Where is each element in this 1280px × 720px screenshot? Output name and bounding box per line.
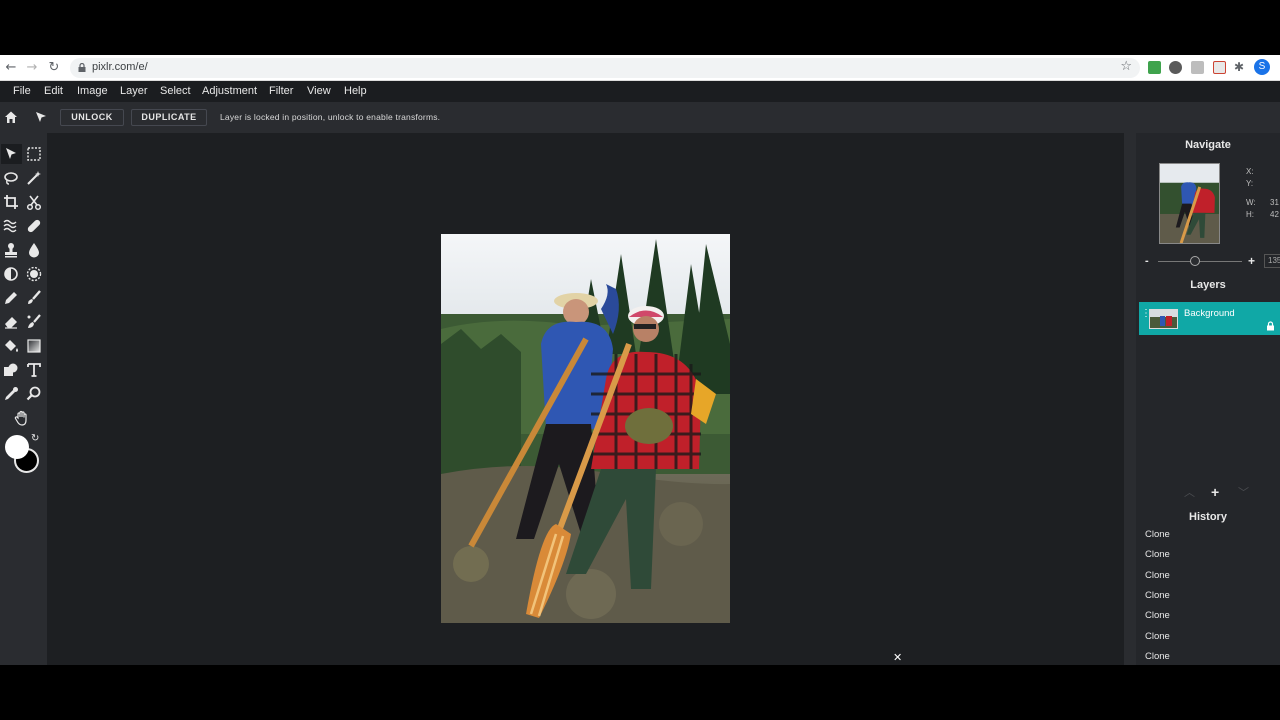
reload-icon[interactable]: ↻ [46, 60, 62, 76]
h-label: H: [1246, 210, 1254, 219]
layer-row-background[interactable]: ⋮ Background [1139, 302, 1280, 335]
history-item[interactable]: Clone [1145, 590, 1170, 601]
pencil-icon[interactable] [2, 289, 20, 307]
zoom-slider-track[interactable] [1158, 261, 1242, 262]
browser-toolbar: ← → ↻ pixlr.com/e/ ☆ ✱ S [0, 55, 1280, 81]
pixlr-editor: File Edit Image Layer Select Adjustment … [0, 81, 1280, 665]
gradient-icon[interactable] [25, 337, 43, 355]
heal-bandage-icon[interactable] [25, 217, 43, 235]
text-tool-icon[interactable] [25, 361, 43, 379]
zoom-magnifier-icon[interactable] [25, 385, 43, 403]
close-icon[interactable]: ✕ [893, 651, 902, 664]
marquee-select-icon[interactable] [25, 145, 43, 163]
puzzle-extensions-icon[interactable]: ✱ [1234, 61, 1247, 74]
extension-gray-icon[interactable] [1191, 61, 1204, 74]
duplicate-button[interactable]: DUPLICATE [131, 109, 207, 126]
add-layer-icon[interactable]: + [1211, 484, 1219, 500]
extension-badge-icon[interactable] [1213, 61, 1226, 74]
history-title: History [1189, 511, 1227, 523]
move-layer-down-icon[interactable]: ﹀ [1238, 484, 1249, 500]
lasso-icon[interactable] [2, 169, 20, 187]
history-item[interactable]: Clone [1145, 610, 1170, 621]
profile-avatar[interactable]: S [1254, 59, 1270, 75]
shape-icon[interactable] [2, 361, 20, 379]
home-icon[interactable] [4, 110, 18, 124]
menu-select[interactable]: Select [160, 85, 191, 97]
zoom-slider-handle[interactable] [1190, 256, 1200, 266]
url-text: pixlr.com/e/ [92, 61, 148, 73]
canvas-image[interactable] [441, 234, 730, 623]
navigate-title: Navigate [1185, 139, 1231, 151]
arrange-pointer-icon[interactable] [34, 110, 48, 124]
blur-drop-icon[interactable] [25, 241, 43, 259]
magic-wand-icon[interactable] [25, 169, 43, 187]
right-panel: Navigate X: Y: W: 31 H: 42 - + 13 Layers… [1124, 133, 1280, 665]
history-item[interactable]: Clone [1145, 549, 1170, 560]
eraser-icon[interactable] [2, 313, 20, 331]
replace-color-brush-icon[interactable] [25, 313, 43, 331]
swap-colors-icon[interactable]: ↻ [31, 433, 39, 444]
screen: ← → ↻ pixlr.com/e/ ☆ ✱ S File Edit Image… [0, 0, 1280, 720]
hand-pan-icon[interactable] [13, 409, 31, 427]
forward-icon[interactable]: → [24, 60, 40, 76]
address-bar[interactable]: pixlr.com/e/ ☆ [70, 58, 1140, 78]
history-item[interactable]: Clone [1145, 570, 1170, 581]
menu-bar: File Edit Image Layer Select Adjustment … [0, 81, 1280, 102]
h-value: 42 [1270, 210, 1279, 219]
paint-bucket-icon[interactable] [2, 337, 20, 355]
history-item[interactable]: Clone [1145, 529, 1170, 540]
foreground-color-swatch[interactable] [5, 435, 29, 459]
menu-adjustment[interactable]: Adjustment [202, 85, 257, 97]
arrange-tool-icon[interactable] [2, 145, 20, 163]
layer-name: Background [1184, 308, 1235, 319]
menu-view[interactable]: View [307, 85, 331, 97]
layer-thumbnail [1149, 309, 1178, 329]
liquify-icon[interactable] [2, 217, 20, 235]
unlock-button[interactable]: UNLOCK [60, 109, 124, 126]
crop-icon[interactable] [2, 193, 20, 211]
y-label: Y: [1246, 179, 1254, 188]
w-label: W: [1246, 198, 1256, 207]
lock-message: Layer is locked in position, unlock to e… [220, 112, 441, 122]
menu-layer[interactable]: Layer [120, 85, 148, 97]
extension-circle-icon[interactable] [1169, 61, 1182, 74]
history-item[interactable]: Clone [1145, 651, 1170, 662]
layer-lock-icon[interactable] [1266, 321, 1275, 331]
bookmark-star-icon[interactable]: ☆ [1120, 59, 1132, 74]
back-icon[interactable]: ← [3, 60, 19, 76]
panel-inner: Navigate X: Y: W: 31 H: 42 - + 13 Layers… [1136, 133, 1280, 665]
cutout-scissors-icon[interactable] [25, 193, 43, 211]
clone-stamp-icon[interactable] [2, 241, 20, 259]
options-toolbar: UNLOCK DUPLICATE Layer is locked in posi… [0, 102, 1280, 133]
menu-edit[interactable]: Edit [44, 85, 63, 97]
w-value: 31 [1270, 198, 1279, 207]
menu-file[interactable]: File [13, 85, 31, 97]
eyedropper-icon[interactable] [2, 385, 20, 403]
dodge-burn-icon[interactable] [2, 265, 20, 283]
tool-panel: ↻ [0, 133, 47, 665]
menu-image[interactable]: Image [77, 85, 108, 97]
menu-help[interactable]: Help [344, 85, 367, 97]
zoom-out-button[interactable]: - [1145, 255, 1149, 267]
move-layer-up-icon[interactable]: ︿ [1184, 484, 1195, 500]
zoom-in-button[interactable]: + [1248, 254, 1255, 268]
extension-green-icon[interactable] [1148, 61, 1161, 74]
lock-icon [78, 63, 86, 72]
menu-filter[interactable]: Filter [269, 85, 293, 97]
history-item[interactable]: Clone [1145, 631, 1170, 642]
sponge-sun-icon[interactable] [25, 265, 43, 283]
navigate-thumbnail[interactable] [1159, 163, 1220, 244]
layers-title: Layers [1190, 279, 1226, 291]
x-label: X: [1246, 167, 1254, 176]
brush-icon[interactable] [25, 289, 43, 307]
zoom-value-field[interactable]: 135 [1264, 254, 1280, 268]
